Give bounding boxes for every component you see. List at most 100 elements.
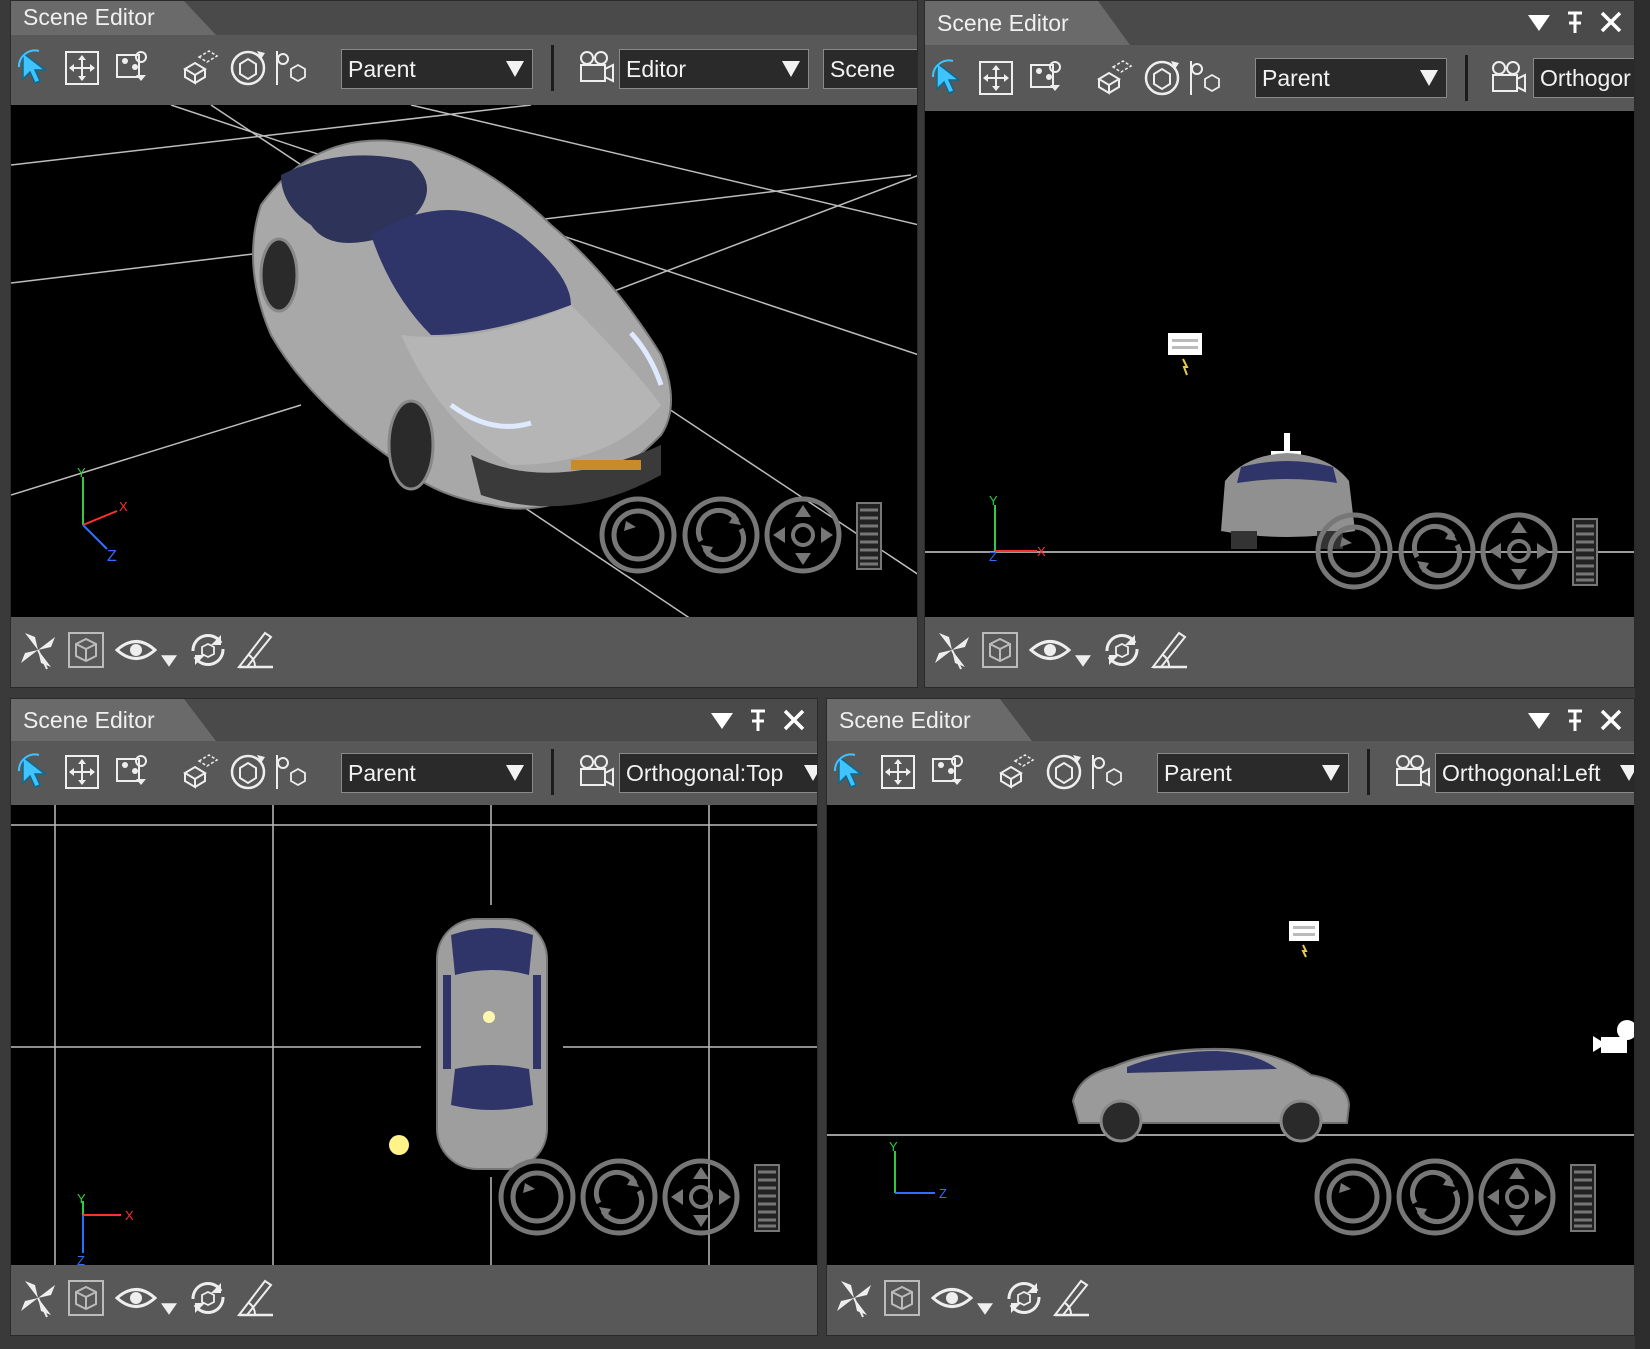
tab-scene-editor-2[interactable]: Scene Editor (2) xyxy=(11,699,216,741)
orbit-icon[interactable] xyxy=(227,751,269,793)
chevron-down-icon[interactable] xyxy=(1075,655,1091,667)
orbit-view-icon[interactable] xyxy=(681,495,761,575)
move-icon[interactable] xyxy=(61,751,103,793)
zoom-slider-icon[interactable] xyxy=(1569,1163,1597,1233)
rotate-object-icon[interactable] xyxy=(111,47,153,89)
camera-icon[interactable] xyxy=(1391,751,1433,793)
viewport-front[interactable]: Y X Z xyxy=(925,111,1634,619)
orbit-view-icon[interactable] xyxy=(1397,511,1477,591)
scale-icon[interactable] xyxy=(179,751,221,793)
menu-triangle-icon[interactable] xyxy=(709,707,735,733)
pin-icon[interactable] xyxy=(745,707,771,733)
camera-dropdown[interactable]: Orthogonal:Left xyxy=(1435,753,1634,793)
rotate-view-icon[interactable] xyxy=(598,495,678,575)
light-gizmo[interactable] xyxy=(1168,333,1202,376)
parent-dropdown[interactable]: Parent xyxy=(1255,58,1447,98)
ruler-icon[interactable] xyxy=(1149,629,1191,671)
camera-icon[interactable] xyxy=(575,47,617,89)
rotate-view-icon[interactable] xyxy=(1313,1157,1393,1237)
pinwheel-icon[interactable] xyxy=(17,1277,59,1319)
refresh-icon[interactable] xyxy=(1003,1277,1045,1319)
pan-view-icon[interactable] xyxy=(1477,1157,1557,1237)
ruler-icon[interactable] xyxy=(235,629,277,671)
select-arrow-icon[interactable] xyxy=(929,57,971,99)
parent-dropdown[interactable]: Parent xyxy=(341,753,533,793)
light-gizmo[interactable] xyxy=(1289,921,1319,958)
rotate-object-icon[interactable] xyxy=(927,751,969,793)
camera-dropdown[interactable]: Orthogonal:Top xyxy=(619,753,817,793)
pinwheel-icon[interactable] xyxy=(931,629,973,671)
parent-dropdown[interactable]: Parent xyxy=(1157,753,1349,793)
close-icon[interactable] xyxy=(1598,9,1624,35)
camera-gizmo[interactable] xyxy=(1593,1020,1634,1053)
pinwheel-icon[interactable] xyxy=(17,629,59,671)
eye-icon[interactable] xyxy=(115,1277,157,1319)
chevron-down-icon[interactable] xyxy=(977,1303,993,1315)
camera-icon[interactable] xyxy=(575,751,617,793)
tab-scene-editor-0[interactable]: Scene Editor (0) xyxy=(11,1,216,35)
refresh-icon[interactable] xyxy=(187,629,229,671)
close-icon[interactable] xyxy=(781,707,807,733)
pan-view-icon[interactable] xyxy=(661,1157,741,1237)
rotate-object-icon[interactable] xyxy=(1025,57,1067,99)
camera-icon[interactable] xyxy=(1487,57,1529,99)
move-icon[interactable] xyxy=(877,751,919,793)
orbit-view-icon[interactable] xyxy=(579,1157,659,1237)
scale-icon[interactable] xyxy=(179,47,221,89)
move-icon[interactable] xyxy=(975,57,1017,99)
cube-icon[interactable] xyxy=(65,1277,107,1319)
pin-icon[interactable] xyxy=(1562,707,1588,733)
point-light-gizmo[interactable] xyxy=(389,1135,409,1155)
zoom-slider-icon[interactable] xyxy=(855,501,883,571)
eye-icon[interactable] xyxy=(931,1277,973,1319)
orbit-icon[interactable] xyxy=(227,47,269,89)
rotate-view-icon[interactable] xyxy=(497,1157,577,1237)
cube-icon[interactable] xyxy=(979,629,1021,671)
pin-icon[interactable] xyxy=(1562,9,1588,35)
pivot-icon[interactable] xyxy=(1087,751,1129,793)
cube-icon[interactable] xyxy=(65,629,107,671)
pivot-icon[interactable] xyxy=(1185,57,1227,99)
car-model-side[interactable] xyxy=(1071,1047,1351,1143)
car-model-top[interactable] xyxy=(436,918,548,1170)
chevron-down-icon[interactable] xyxy=(161,655,177,667)
move-icon[interactable] xyxy=(61,47,103,89)
scale-icon[interactable] xyxy=(1093,57,1135,99)
eye-icon[interactable] xyxy=(115,629,157,671)
chevron-down-icon[interactable] xyxy=(161,1303,177,1315)
pinwheel-icon[interactable] xyxy=(833,1277,875,1319)
tab-scene-editor-3[interactable]: Scene Editor (3) xyxy=(827,699,1032,741)
select-arrow-icon[interactable] xyxy=(15,47,57,89)
close-icon[interactable] xyxy=(1598,707,1624,733)
scale-icon[interactable] xyxy=(995,751,1037,793)
cube-icon[interactable] xyxy=(881,1277,923,1319)
zoom-slider-icon[interactable] xyxy=(753,1163,781,1233)
orbit-view-icon[interactable] xyxy=(1395,1157,1475,1237)
camera-dropdown[interactable]: Orthogor xyxy=(1533,58,1634,98)
viewport-perspective[interactable]: Y X Z xyxy=(11,105,917,619)
select-arrow-icon[interactable] xyxy=(15,751,57,793)
viewport-top[interactable]: Y X Z xyxy=(11,805,817,1267)
pivot-icon[interactable] xyxy=(271,751,313,793)
rotate-view-icon[interactable] xyxy=(1314,511,1394,591)
menu-triangle-icon[interactable] xyxy=(1526,9,1552,35)
eye-icon[interactable] xyxy=(1029,629,1071,671)
orbit-icon[interactable] xyxy=(1043,751,1085,793)
refresh-icon[interactable] xyxy=(187,1277,229,1319)
pivot-icon[interactable] xyxy=(271,47,313,89)
scene-dropdown[interactable]: Scene xyxy=(823,49,917,89)
pan-view-icon[interactable] xyxy=(1479,511,1559,591)
tab-scene-editor-1[interactable]: Scene Editor (1) xyxy=(925,1,1130,45)
orbit-icon[interactable] xyxy=(1141,57,1183,99)
viewport-left[interactable]: Y Z xyxy=(827,805,1634,1267)
camera-dropdown[interactable]: Editor xyxy=(619,49,809,89)
ruler-icon[interactable] xyxy=(235,1277,277,1319)
pan-view-icon[interactable] xyxy=(763,495,843,575)
car-model[interactable] xyxy=(252,139,672,510)
ruler-icon[interactable] xyxy=(1051,1277,1093,1319)
menu-triangle-icon[interactable] xyxy=(1526,707,1552,733)
rotate-object-icon[interactable] xyxy=(111,751,153,793)
select-arrow-icon[interactable] xyxy=(831,751,873,793)
refresh-icon[interactable] xyxy=(1101,629,1143,671)
zoom-slider-icon[interactable] xyxy=(1571,517,1599,587)
